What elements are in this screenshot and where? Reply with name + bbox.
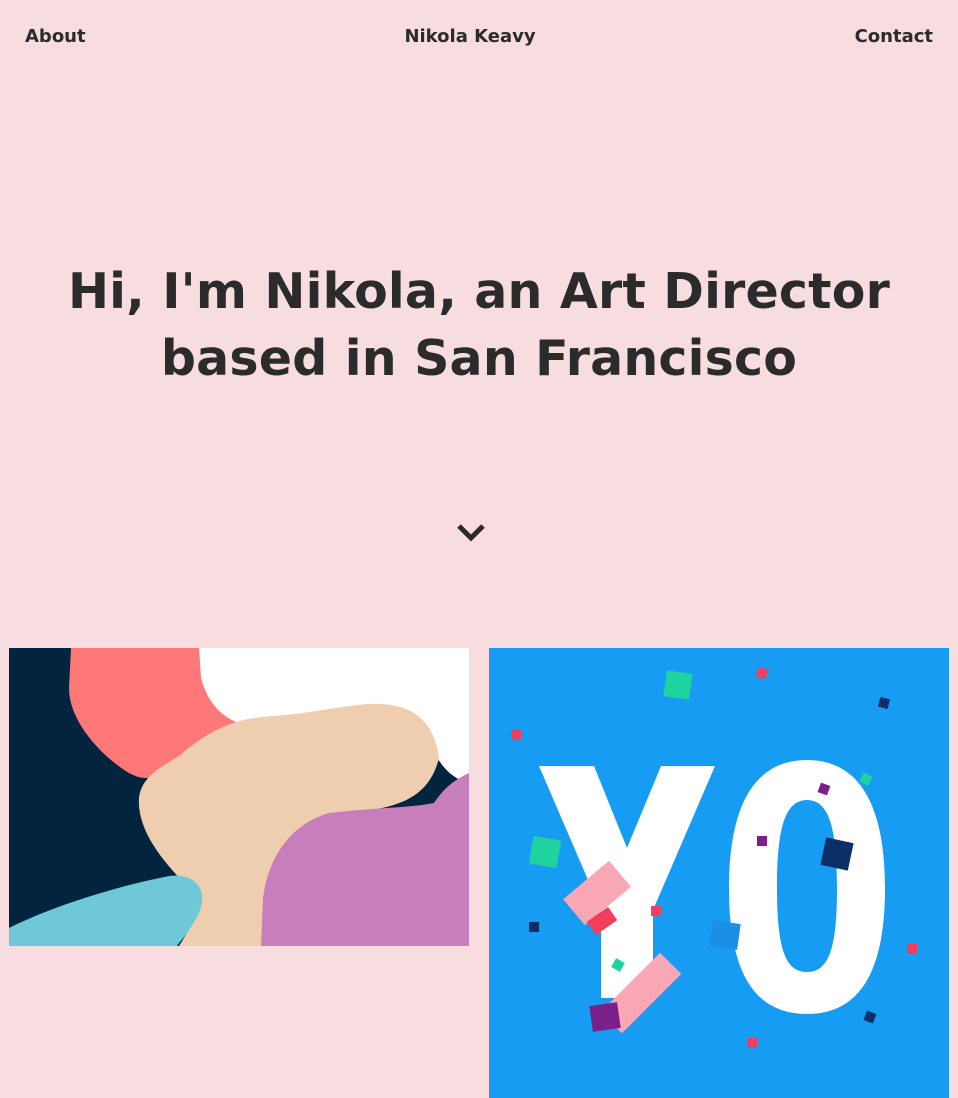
hero-section: Hi, I'm Nikola, an Art Director based in… [0, 258, 958, 392]
top-nav: About Nikola Keavy Contact [0, 0, 958, 76]
project-tile-yo[interactable] [489, 648, 949, 1098]
nav-contact-link[interactable]: Contact [855, 24, 933, 50]
site-brand-link[interactable]: Nikola Keavy [0, 24, 940, 50]
chevron-down-icon [457, 524, 485, 542]
hero-heading: Hi, I'm Nikola, an Art Director based in… [0, 258, 958, 392]
project-tile-abstract[interactable] [9, 648, 469, 946]
hero-heading-line1: Hi, I'm Nikola, an Art Director [67, 263, 891, 320]
scroll-down-button[interactable] [455, 520, 487, 546]
yo-confetti-image [489, 648, 949, 1098]
hero-heading-line2: based in San Francisco [160, 330, 798, 387]
abstract-blobs-image [9, 648, 469, 946]
page: About Nikola Keavy Contact Hi, I'm Nikol… [0, 0, 958, 1098]
